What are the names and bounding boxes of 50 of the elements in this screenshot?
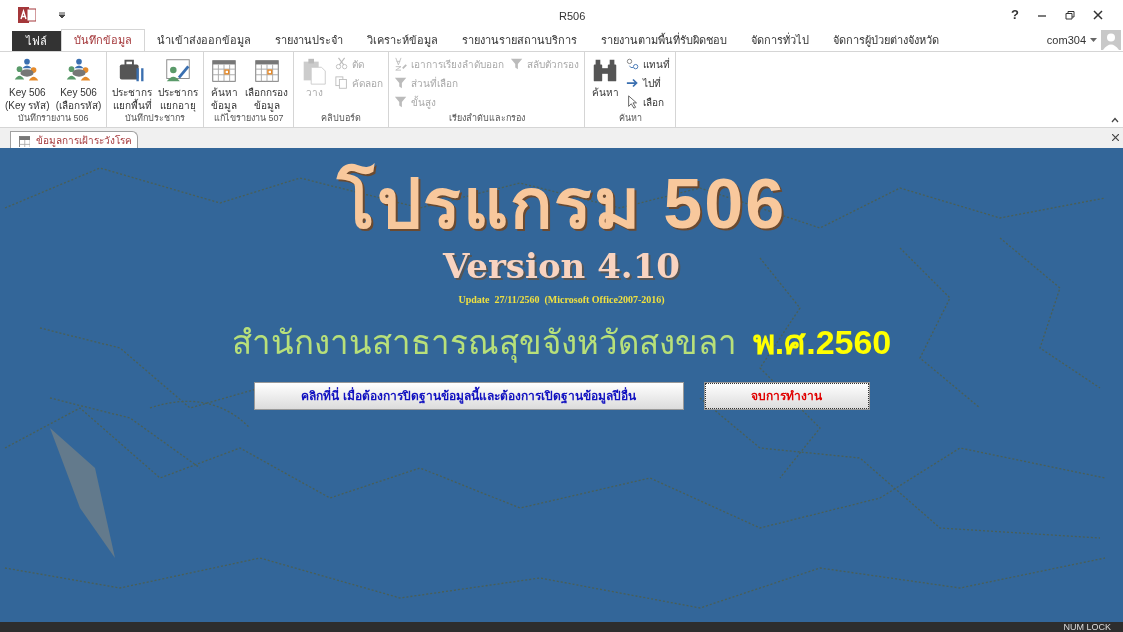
ribbon-button[interactable]: เลือก	[626, 94, 671, 110]
ribbon-button[interactable]: แทนที่	[626, 56, 671, 72]
close-icon[interactable]	[1093, 10, 1103, 20]
scissors-icon	[335, 57, 350, 71]
ribbon-group-label: ค้นหา	[617, 111, 643, 125]
open-database-button[interactable]: คลิกที่นี่ เมื่อต้องการปิดฐานข้อมูลนี้และต้องการเปิดฐานข้อมูลปีอื่น	[253, 382, 684, 410]
user-name[interactable]: com304	[1046, 31, 1086, 49]
update-text: Update 27/11/2560 (Microsoft Office2007-2016)	[458, 293, 665, 307]
ribbon-button[interactable]: ค้นหา	[588, 56, 623, 99]
restore-icon[interactable]	[1065, 10, 1075, 20]
ribbon-tab[interactable]: รายงานรายสถานบริการ	[450, 29, 589, 51]
window-title: R506	[559, 9, 586, 24]
status-text: NUM LOCK	[1063, 622, 1111, 632]
ribbon-button[interactable]: Key 506 (Key รหัส)	[3, 56, 52, 112]
ribbon-button[interactable]: ค้นหา ข้อมูล	[207, 56, 242, 112]
filter-icon	[510, 57, 525, 71]
ribbon-group-label: แก้ไขรายงาน 507	[214, 112, 285, 125]
dropdown-caret-icon[interactable]	[1090, 37, 1097, 43]
copy-icon	[335, 76, 350, 90]
ribbon-tab[interactable]: รายงานประจำ	[263, 29, 355, 51]
office-name: สำนักงานสาธารณสุขจังหวัดสงขลา	[231, 322, 737, 365]
replace-icon	[626, 57, 641, 71]
ribbon-group-label: บันทึกรายงาน 506	[16, 112, 90, 125]
quick-access-dropdown-icon[interactable]	[58, 11, 66, 19]
ribbon-button[interactable]: Key 506 (เลือกรหัส)	[53, 56, 104, 112]
filter-icon	[394, 95, 409, 109]
ribbon-group-label: บันทึกประชากร	[124, 112, 187, 125]
ribbon-tab[interactable]: รายงานตามพื้นที่รับผิดชอบ	[589, 29, 739, 51]
ribbon-button[interactable]: เลือกกรอง ข้อมูล	[243, 56, 291, 112]
year-text: พ.ศ.2560	[752, 322, 892, 363]
close-document-icon[interactable]	[1112, 134, 1119, 141]
ribbon-tab[interactable]: นำเข้าส่งออกข้อมูล	[145, 29, 263, 51]
ribbon-tab[interactable]: จัดการทั่วไป	[739, 29, 821, 51]
ribbon-tab[interactable]: วิเคราะห์ข้อมูล	[355, 29, 450, 51]
filter-icon	[394, 76, 409, 90]
version-text: Version 4.10	[443, 246, 680, 286]
ribbon-button[interactable]: ไปที่	[626, 75, 671, 91]
ribbon-tab[interactable]: บันทึกข้อมูล	[61, 29, 145, 51]
ribbon-tab[interactable]: จัดการผู้ป่วยต่างจังหวัด	[821, 29, 951, 51]
sort-icon	[394, 57, 409, 71]
ribbon-group-label: เรียงลำดับและกรอง	[447, 111, 526, 125]
program-title: โปรแกรม 506	[336, 162, 787, 245]
ribbon-button[interactable]: ประชากร แยกพื้นที่	[110, 56, 155, 112]
exit-button[interactable]: จบการทำงาน	[703, 382, 870, 410]
collapse-ribbon-icon[interactable]	[1111, 117, 1119, 123]
ribbon-group-label: คลิปบอร์ด	[320, 111, 363, 125]
file-tab[interactable]: ไฟล์	[12, 31, 61, 51]
ribbon-button[interactable]: ประชากร แยกอายุ	[156, 56, 201, 112]
access-logo-icon	[18, 7, 36, 23]
help-button[interactable]: ?	[1011, 5, 1019, 25]
